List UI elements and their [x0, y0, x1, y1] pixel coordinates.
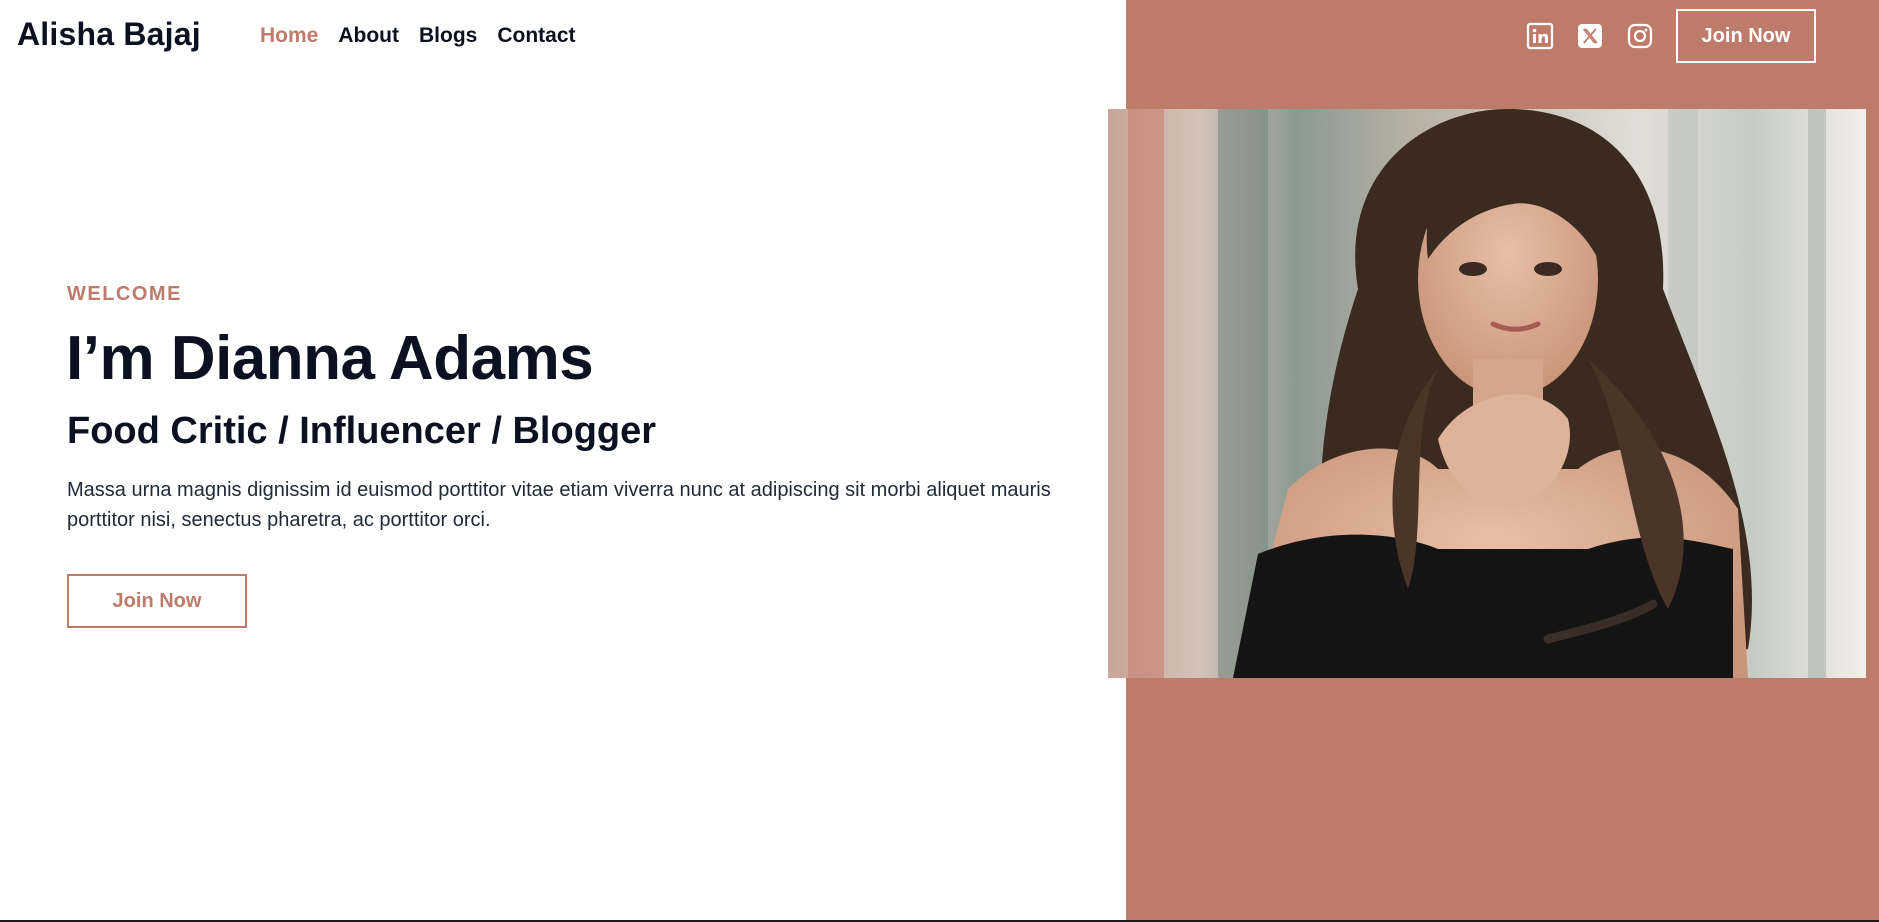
- main-nav: Home About Blogs Contact: [260, 24, 576, 48]
- nav-item-contact[interactable]: Contact: [497, 24, 575, 48]
- instagram-icon[interactable]: [1624, 20, 1656, 52]
- join-now-header-button[interactable]: Join Now: [1676, 9, 1816, 63]
- hero-portrait-photo: [1108, 109, 1866, 678]
- hero-title: I’m Dianna Adams: [66, 324, 594, 393]
- brand-logo[interactable]: Alisha Bajaj: [17, 16, 201, 53]
- join-now-hero-button[interactable]: Join Now: [67, 574, 247, 628]
- x-icon[interactable]: [1574, 20, 1606, 52]
- hero-subtitle: Food Critic / Influencer / Blogger: [67, 410, 657, 452]
- linkedin-icon[interactable]: [1524, 20, 1556, 52]
- hero-description: Massa urna magnis dignissim id euismod p…: [67, 479, 1051, 531]
- nav-item-blogs[interactable]: Blogs: [419, 24, 477, 48]
- hero-eyebrow: WELCOME: [67, 283, 182, 305]
- nav-item-about[interactable]: About: [338, 24, 399, 48]
- nav-item-home[interactable]: Home: [260, 24, 318, 48]
